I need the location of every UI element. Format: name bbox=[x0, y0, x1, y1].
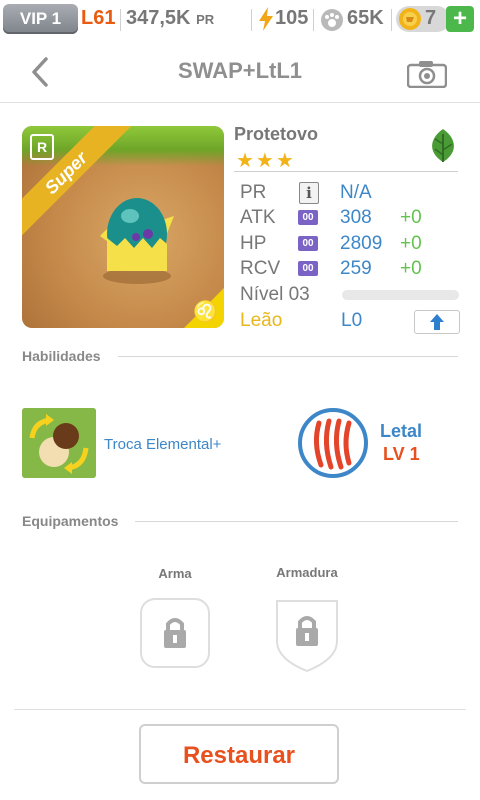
equipment-heading: Equipamentos bbox=[22, 513, 125, 529]
stat-bonus-hp: +0 bbox=[400, 233, 422, 254]
stat-bonus-rcv: +0 bbox=[400, 258, 422, 279]
skill-icon[interactable] bbox=[22, 408, 96, 478]
camera-icon[interactable] bbox=[407, 60, 447, 88]
stat-value-hp: 2809 bbox=[340, 233, 383, 254]
swap-elements-icon bbox=[22, 408, 96, 478]
equipment-divider bbox=[135, 521, 458, 522]
restore-button[interactable]: Restaurar bbox=[139, 724, 339, 784]
vip-badge[interactable]: VIP 1 bbox=[3, 4, 78, 34]
stat-bonus-atk: +0 bbox=[400, 207, 422, 228]
level-label: Nível 03 bbox=[240, 284, 310, 305]
stat-label-atk: ATK bbox=[240, 207, 276, 228]
stat-label-pr: PR bbox=[240, 182, 267, 203]
info-icon[interactable]: i bbox=[299, 182, 319, 204]
abilities-heading: Habilidades bbox=[22, 348, 107, 364]
bolt-icon bbox=[259, 7, 273, 31]
player-power: 347,5K PR bbox=[126, 7, 214, 30]
divider bbox=[313, 9, 314, 31]
paw-coin-icon bbox=[321, 9, 343, 31]
weapon-slot[interactable] bbox=[139, 597, 211, 669]
claw-icon[interactable] bbox=[297, 407, 369, 479]
header-divider bbox=[0, 102, 480, 103]
sign-level: L0 bbox=[341, 310, 363, 331]
power-value: 347,5K bbox=[126, 7, 191, 29]
monster-portrait[interactable]: R Super ♌ bbox=[22, 126, 224, 328]
power-unit: PR bbox=[196, 12, 215, 27]
add-gems-button[interactable]: + bbox=[446, 6, 474, 32]
arrow-up-icon bbox=[430, 314, 444, 330]
rarity-badge: R bbox=[30, 134, 54, 160]
divider bbox=[391, 9, 392, 31]
divider bbox=[251, 9, 252, 31]
stat-value-atk: 308 bbox=[340, 207, 372, 228]
energy-value: 105 bbox=[275, 7, 309, 29]
abilities-divider bbox=[118, 356, 458, 357]
stats-divider bbox=[234, 171, 458, 172]
star-rating: ★★★ bbox=[236, 150, 296, 172]
monster-egg-icon bbox=[100, 198, 174, 284]
trait-level: LV 1 bbox=[383, 444, 420, 464]
trait-name: Letal bbox=[380, 421, 423, 441]
stat-value-rcv: 259 bbox=[340, 258, 372, 279]
status-bar: VIP 1 L61 347,5K PR 105 65K 7 + bbox=[0, 0, 480, 40]
armor-label: Armadura bbox=[276, 565, 338, 580]
monster-name: Protetovo bbox=[234, 124, 319, 144]
footer-divider bbox=[14, 709, 466, 710]
paw-coin-value: 65K bbox=[347, 7, 384, 29]
stat-badge-icon: 00 bbox=[298, 236, 318, 251]
sign-label: Leão bbox=[240, 310, 283, 331]
player-level: L61 bbox=[81, 7, 116, 29]
leaf-icon bbox=[432, 129, 454, 162]
divider bbox=[120, 9, 121, 31]
stat-label-rcv: RCV bbox=[240, 258, 281, 279]
sign-upgrade-button[interactable] bbox=[414, 310, 460, 334]
leo-sign-icon: ♌ bbox=[193, 301, 218, 323]
armor-slot[interactable] bbox=[271, 597, 343, 673]
stat-badge-icon: 00 bbox=[298, 210, 318, 225]
gem-coin-icon bbox=[399, 8, 421, 30]
level-progress-bar bbox=[342, 290, 459, 300]
weapon-label: Arma bbox=[158, 566, 192, 581]
stat-value-pr: N/A bbox=[340, 182, 372, 203]
skill-name[interactable]: Troca Elemental+ bbox=[104, 436, 221, 453]
stat-label-hp: HP bbox=[240, 233, 267, 254]
stat-badge-icon: 00 bbox=[298, 261, 318, 276]
gem-value: 7 bbox=[425, 7, 437, 29]
